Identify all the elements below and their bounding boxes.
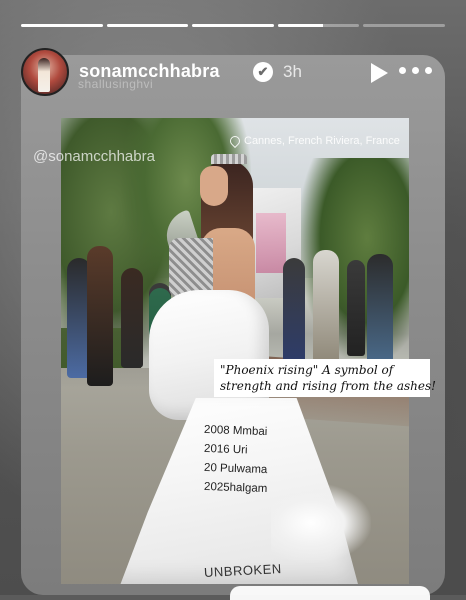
progress-segment <box>363 24 445 27</box>
dress-line: 20 Pulwama <box>203 461 268 477</box>
location-tag[interactable]: Cannes, French Riviera, France <box>227 134 400 149</box>
verified-icon: ✔ <box>253 62 273 82</box>
progress-segment <box>192 24 274 27</box>
avatar[interactable] <box>21 48 69 96</box>
location-label: Cannes, French Riviera, France <box>244 135 400 147</box>
progress-segment <box>21 24 103 27</box>
post-time: 3h <box>283 62 302 81</box>
progress-segment <box>277 24 360 27</box>
progress-segment <box>106 24 189 27</box>
story-progress-bar <box>21 24 445 27</box>
faint-handle: shallusinghvi <box>78 77 154 91</box>
dress-line: 2025halgam <box>203 480 268 496</box>
more-icon[interactable] <box>399 61 433 81</box>
caption-line: "Phoenix rising" A symbol of <box>220 363 394 377</box>
dress-line: 2016 Uri <box>203 442 248 457</box>
play-icon[interactable] <box>371 63 388 83</box>
mention-tag[interactable]: @sonamcchhabra <box>33 148 155 165</box>
location-pin-icon <box>227 134 243 149</box>
dress-inscription: 2008 Mmbai 2016 Uri 20 Pulwama 2025halga… <box>203 422 268 498</box>
story-photo <box>61 118 409 584</box>
reply-bar[interactable] <box>230 586 430 600</box>
dress-line: 2008 Mmbai <box>203 423 268 439</box>
story-header: sonamcchhabra ✔ 3h <box>21 48 445 100</box>
story-caption: "Phoenix rising" A symbol of strength an… <box>214 359 436 397</box>
caption-line: strength and rising from the ashes! <box>220 379 436 393</box>
